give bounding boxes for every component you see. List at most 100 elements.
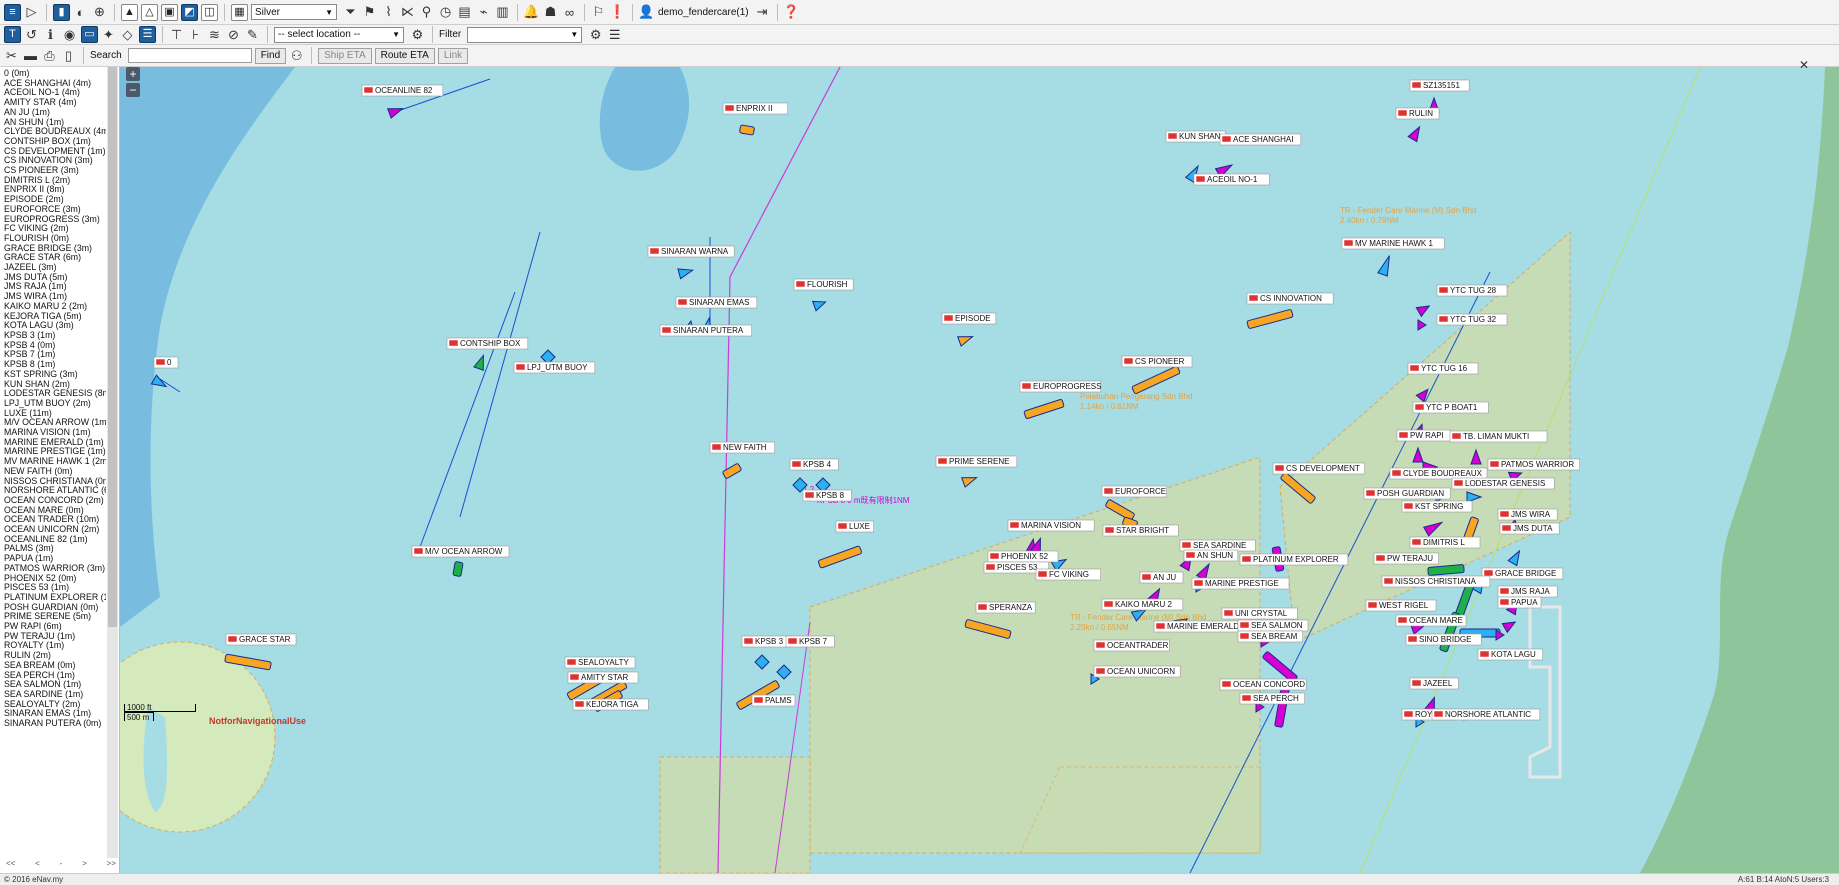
prev-page-button[interactable]: < <box>35 859 40 868</box>
vessel-label-patmos[interactable]: PATMOS WARRIOR <box>1501 460 1574 469</box>
settings-icon[interactable]: ⚙ <box>410 26 425 43</box>
ship-list-item[interactable]: KPSB 3 (1m) <box>4 331 106 341</box>
chat-icon[interactable]: ▭ <box>81 26 98 43</box>
vessel-marker-europrogress[interactable] <box>1023 399 1065 419</box>
ship-list-item[interactable]: SEA SALMON (1m) <box>4 680 106 690</box>
vessel-label-ytc28[interactable]: YTC TUG 28 <box>1450 286 1497 295</box>
vessel-label-pwrapi[interactable]: PW RAPI <box>1410 431 1444 440</box>
vessel-label-marineprestige[interactable]: MARINE PRESTIGE <box>1205 579 1279 588</box>
ship-list-item[interactable]: SEA SARDINE (1m) <box>4 690 106 700</box>
vessel-label-aceshanghai[interactable]: ACE SHANGHAI <box>1233 135 1293 144</box>
vessel-marker-primeserene[interactable] <box>960 473 979 488</box>
ship-list-item[interactable]: M/V OCEAN ARROW (1m) <box>4 418 106 428</box>
vessel-label-fcviking[interactable]: FC VIKING <box>1049 570 1089 579</box>
ship-list-item[interactable]: 0 (0m) <box>4 69 106 79</box>
vessel-marker-rulin[interactable] <box>1407 124 1424 143</box>
vessel-label-kunshan[interactable]: KUN SHAN <box>1179 132 1221 141</box>
vessel-marker-cspioneer[interactable] <box>1131 365 1181 395</box>
vessel-label-seasalmon[interactable]: SEA SALMON <box>1251 621 1303 630</box>
vessel-label-primeserene[interactable]: PRIME SERENE <box>949 457 1009 466</box>
vessel-label-oceanline82[interactable]: OCEANLINE 82 <box>375 86 433 95</box>
vessel-label-sinobridge[interactable]: SINO BRIDGE <box>1419 635 1471 644</box>
nav-panel-icon[interactable]: ▮ <box>53 3 70 21</box>
voicemail-icon[interactable]: ∞ <box>562 4 577 21</box>
fullscreen-icon[interactable]: ◫ <box>201 3 218 21</box>
play-icon[interactable]: ▷ <box>24 4 39 21</box>
ship-list-item[interactable]: NISSOS CHRISTIANA (0m) <box>4 477 106 487</box>
vessel-marker-oceanarrow[interactable] <box>452 561 464 577</box>
ship-list-item[interactable]: PW TERAJU (1m) <box>4 632 106 642</box>
vessel-label-lodestar[interactable]: LODESTAR GENESIS <box>1465 479 1545 488</box>
vessel-marker-flourish[interactable] <box>811 297 828 312</box>
vessel-marker-newfaith[interactable] <box>722 463 742 479</box>
vessel-label-newfaith[interactable]: NEW FAITH <box>723 443 767 452</box>
vessel-label-sz[interactable]: SZ135151 <box>1423 81 1460 90</box>
help-icon[interactable]: ❓ <box>783 4 799 21</box>
ship-list-item[interactable]: CONTSHIP BOX (1m) <box>4 137 106 147</box>
filter-settings-icon[interactable]: ⚙ <box>588 26 603 43</box>
ship-list-item[interactable]: KUN SHAN (2m) <box>4 380 106 390</box>
fit-view-icon[interactable]: ◩ <box>181 3 198 21</box>
vessel-label-jmswira[interactable]: JMS WIRA <box>1511 510 1551 519</box>
briefcase-icon[interactable]: ▬ <box>23 47 38 64</box>
vessel-marker-luxe[interactable] <box>818 545 862 569</box>
ship-list-item[interactable]: KPSB 8 (1m) <box>4 360 106 370</box>
filter-funnel-icon[interactable]: ⏷ <box>343 4 358 21</box>
vessel-label-kpsb4[interactable]: KPSB 4 <box>803 460 832 469</box>
vessel-label-ytc32[interactable]: YTC TUG 32 <box>1450 315 1497 324</box>
ship-list-item[interactable]: PRIME SERENE (5m) <box>4 612 106 622</box>
vessel-label-rulin[interactable]: RULIN <box>1409 109 1433 118</box>
ship-list-item[interactable]: AMITY STAR (4m) <box>4 98 106 108</box>
text-tool-icon[interactable]: T <box>4 26 21 43</box>
vessel-marker-ytc32[interactable] <box>1417 319 1427 331</box>
vessel-label-oceanmare[interactable]: OCEAN MARE <box>1409 616 1463 625</box>
ship-list-item[interactable]: ACE SHANGHAI (4m) <box>4 79 106 89</box>
zoom-out-button[interactable]: − <box>126 83 140 97</box>
ship-list-item[interactable]: KPSB 4 (0m) <box>4 341 106 351</box>
ship-list-item[interactable]: ACEOIL NO-1 (4m) <box>4 88 106 98</box>
list-icon[interactable]: ☰ <box>139 26 156 43</box>
location-select[interactable]: -- select location -- ▼ <box>274 26 404 43</box>
ship-list-item[interactable]: AN SHUN (1m) <box>4 118 106 128</box>
flag-icon[interactable]: ⚐ <box>591 4 606 21</box>
vessel-label-kotalagu[interactable]: KOTA LAGU <box>1491 650 1536 659</box>
vessel-label-seasardine[interactable]: SEA SARDINE <box>1193 541 1246 550</box>
vessel-label-sinaranputera[interactable]: SINARAN PUTERA <box>673 326 744 335</box>
filter-select[interactable]: ▼ <box>467 26 583 43</box>
ship-list-item[interactable]: OCEAN MARE (0m) <box>4 506 106 516</box>
vessel-label-flourish[interactable]: FLOURISH <box>807 280 848 289</box>
ship-list-item[interactable]: NEW FAITH (0m) <box>4 467 106 477</box>
vessel-label-posh[interactable]: POSH GUARDIAN <box>1377 489 1444 498</box>
ship-list-item[interactable]: PLATINUM EXPLORER (1m) <box>4 593 106 603</box>
vessel-label-gracestar[interactable]: GRACE STAR <box>239 635 291 644</box>
info-icon[interactable]: ℹ <box>43 26 58 43</box>
ship-list-item[interactable]: JMS DUTA (5m) <box>4 273 106 283</box>
ship-list-item[interactable]: PHOENIX 52 (0m) <box>4 574 106 584</box>
ship-list-item[interactable]: MV MARINE HAWK 1 (2m) <box>4 457 106 467</box>
vessel-label-oceanunicorn[interactable]: OCEAN UNICORN <box>1107 667 1175 676</box>
ship-list-item[interactable]: CLYDE BOUDREAUX (4m) <box>4 127 106 137</box>
history-icon[interactable]: ◷ <box>438 4 453 21</box>
frame-icon[interactable]: ▣ <box>161 3 178 21</box>
zoom-in-button[interactable]: + <box>126 67 140 81</box>
ship-list-item[interactable]: SINARAN PUTERA (0m) <box>4 719 106 729</box>
ship-list-item[interactable]: PW RAPI (6m) <box>4 622 106 632</box>
tide-icon[interactable]: ≋ <box>207 26 222 43</box>
route-flag-icon[interactable]: ⚑ <box>362 4 377 21</box>
vessel-marker-marinehawk[interactable] <box>1377 254 1394 277</box>
logout-icon[interactable]: ⇥ <box>755 4 770 21</box>
ship-list-item[interactable]: JAZEEL (3m) <box>4 263 106 273</box>
ship-list-item[interactable]: CS INNOVATION (3m) <box>4 156 106 166</box>
layers-icon[interactable]: ≡ <box>4 3 21 21</box>
ship-list-item[interactable]: EUROPROGRESS (3m) <box>4 215 106 225</box>
ship-list-item[interactable]: SEALOYALTY (2m) <box>4 700 106 710</box>
chart-map[interactable]: TR - Fender Care Marine (M) Sdn Bhd 2.40… <box>120 67 1839 873</box>
alarm-icon[interactable]: 🔔 <box>523 4 539 21</box>
basemap-icon[interactable]: ▦ <box>231 3 248 21</box>
ship-list-item[interactable]: SEA PERCH (1m) <box>4 671 106 681</box>
ship-list-item[interactable]: FLOURISH (0m) <box>4 234 106 244</box>
pencil-icon[interactable]: ✎ <box>245 26 260 43</box>
vessel-label-contshipbox[interactable]: CONTSHIP BOX <box>460 339 521 348</box>
vessel-label-amitystar[interactable]: AMITY STAR <box>581 673 628 682</box>
path-icon[interactable]: ⌇ <box>381 4 396 21</box>
